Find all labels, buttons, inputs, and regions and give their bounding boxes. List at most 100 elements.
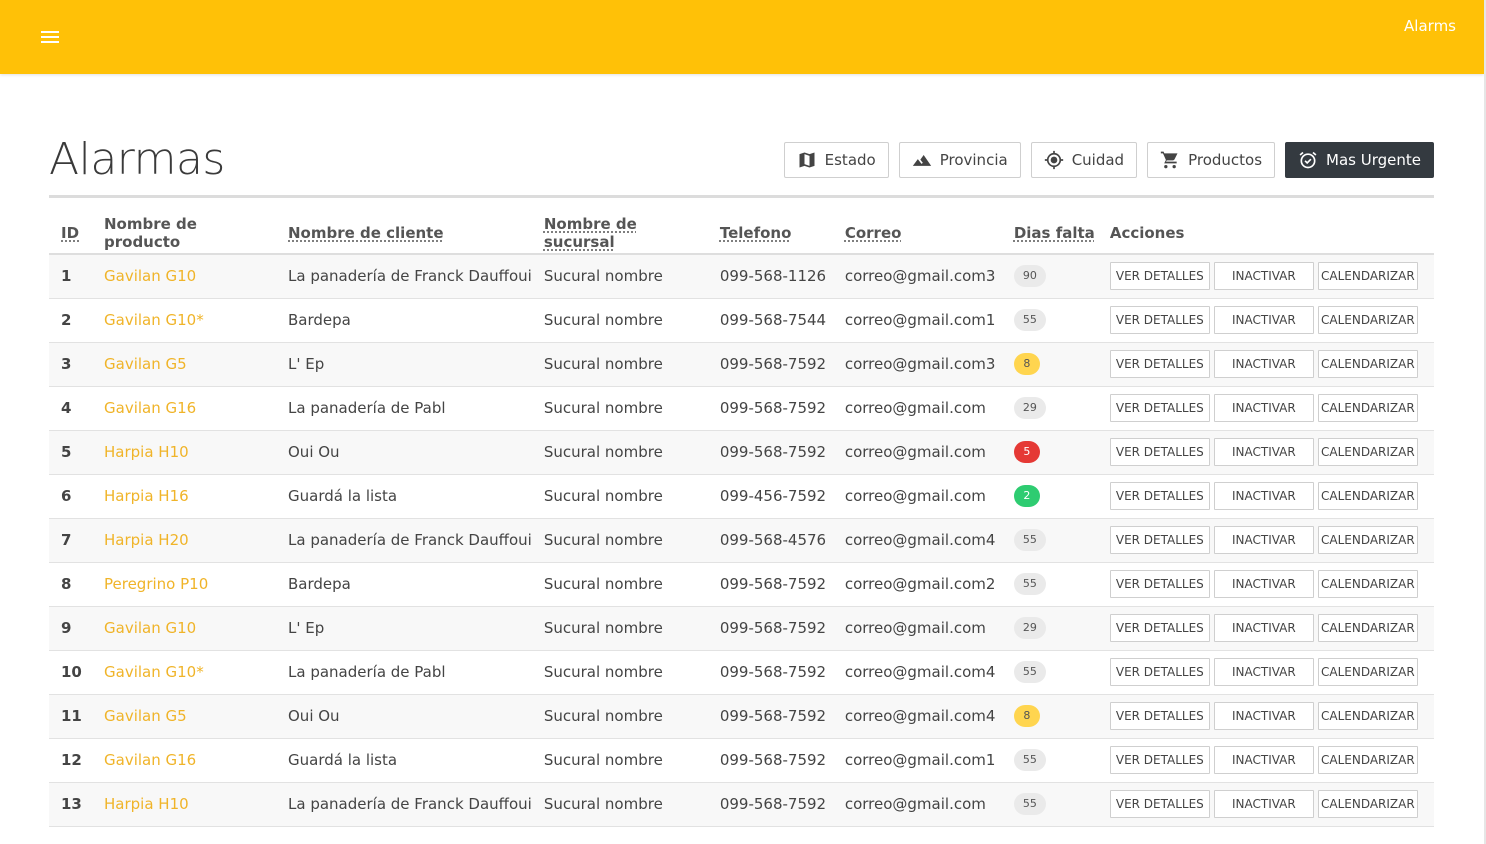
product-link[interactable]: Harpia H16 bbox=[104, 487, 189, 505]
table-row: 11 Gavilan G5 Oui Ou Sucural nombre 099-568-… bbox=[49, 694, 1434, 739]
days-left-cell: 55 bbox=[1001, 562, 1098, 607]
table-row: 2 Gavilan G10* Bardepa Sucural nombre 099-56… bbox=[49, 298, 1434, 343]
ver-detalles-button[interactable]: VER DETALLES bbox=[1109, 262, 1210, 291]
header-client[interactable]: Nombre de cliente bbox=[276, 212, 532, 255]
days-left-badge: 55 bbox=[1013, 749, 1046, 771]
calendarizar-button[interactable]: CALENDARIZAR bbox=[1317, 746, 1418, 774]
ver-detalles-button[interactable]: VER DETALLES bbox=[1109, 526, 1210, 554]
ver-detalles-button[interactable]: VER DETALLES bbox=[1109, 350, 1210, 378]
product-link[interactable]: Gavilan G5 bbox=[104, 707, 187, 725]
product-cell: Harpia H10 bbox=[92, 430, 276, 475]
inactivar-button[interactable]: INACTIVAR bbox=[1213, 702, 1314, 730]
inactivar-button[interactable]: INACTIVAR bbox=[1213, 790, 1314, 818]
days-left-badge: 55 bbox=[1013, 573, 1046, 595]
calendarizar-button[interactable]: CALENDARIZAR bbox=[1317, 262, 1418, 291]
days-left-cell: 29 bbox=[1001, 606, 1098, 651]
product-link[interactable]: Gavilan G16 bbox=[104, 751, 196, 769]
email-cell: correo@gmail.com1 bbox=[832, 298, 1002, 343]
phone-cell: 099-456-7592 bbox=[707, 474, 833, 519]
email-cell: correo@gmail.com3 bbox=[832, 342, 1002, 387]
days-left-badge: 8 bbox=[1013, 705, 1040, 727]
product-cell: Gavilan G5 bbox=[92, 694, 276, 739]
ver-detalles-button[interactable]: VER DETALLES bbox=[1109, 658, 1210, 686]
row-id: 5 bbox=[49, 430, 92, 475]
inactivar-button[interactable]: INACTIVAR bbox=[1213, 746, 1314, 774]
client-cell: La panadería de Pabl bbox=[276, 650, 532, 695]
calendarizar-button[interactable]: CALENDARIZAR bbox=[1317, 482, 1418, 510]
ver-detalles-button[interactable]: VER DETALLES bbox=[1109, 702, 1210, 730]
calendarizar-button[interactable]: CALENDARIZAR bbox=[1317, 790, 1418, 818]
product-cell: Gavilan G10 bbox=[92, 606, 276, 651]
filter-productos-button[interactable]: Productos bbox=[1147, 142, 1276, 178]
product-link[interactable]: Gavilan G10 bbox=[104, 619, 196, 637]
ver-detalles-button[interactable]: VER DETALLES bbox=[1109, 614, 1210, 642]
product-link[interactable]: Gavilan G10 bbox=[104, 267, 196, 285]
product-link[interactable]: Harpia H10 bbox=[104, 443, 189, 461]
days-left-badge: 5 bbox=[1013, 441, 1040, 463]
email-cell: correo@gmail.com bbox=[832, 386, 1002, 431]
calendarizar-button[interactable]: CALENDARIZAR bbox=[1317, 658, 1418, 686]
header-id[interactable]: ID bbox=[49, 212, 92, 255]
inactivar-button[interactable]: INACTIVAR bbox=[1213, 438, 1314, 466]
days-left-cell: 55 bbox=[1001, 782, 1098, 827]
calendarizar-button[interactable]: CALENDARIZAR bbox=[1317, 350, 1418, 378]
filter-cuidad-button[interactable]: Cuidad bbox=[1030, 142, 1138, 178]
filter-estado-button[interactable]: Estado bbox=[783, 142, 889, 178]
inactivar-button[interactable]: INACTIVAR bbox=[1213, 570, 1314, 598]
inactivar-button[interactable]: INACTIVAR bbox=[1213, 658, 1314, 686]
calendarizar-button[interactable]: CALENDARIZAR bbox=[1317, 394, 1418, 422]
ver-detalles-button[interactable]: VER DETALLES bbox=[1109, 790, 1210, 818]
calendarizar-button[interactable]: CALENDARIZAR bbox=[1317, 306, 1418, 334]
product-link[interactable]: Gavilan G5 bbox=[104, 355, 187, 373]
filter-mas-urgente-button[interactable]: Mas Urgente bbox=[1285, 142, 1434, 178]
header-days-left[interactable]: Dias falta bbox=[1001, 212, 1098, 255]
product-link[interactable]: Gavilan G16 bbox=[104, 399, 196, 417]
ver-detalles-button[interactable]: VER DETALLES bbox=[1109, 438, 1210, 466]
header-email[interactable]: Correo bbox=[832, 212, 1002, 255]
calendarizar-button[interactable]: CALENDARIZAR bbox=[1317, 438, 1418, 466]
inactivar-button[interactable]: INACTIVAR bbox=[1213, 614, 1314, 642]
filter-provincia-button[interactable]: Provincia bbox=[898, 142, 1021, 178]
actions-cell: VER DETALLES INACTIVAR CALENDARIZAR bbox=[1097, 430, 1434, 475]
filter-cuidad-label: Cuidad bbox=[1071, 151, 1125, 169]
header-branch[interactable]: Nombre de sucursal bbox=[531, 212, 708, 255]
days-left-badge: 55 bbox=[1013, 309, 1046, 331]
alarm-icon bbox=[1299, 151, 1317, 169]
ver-detalles-button[interactable]: VER DETALLES bbox=[1109, 482, 1210, 510]
calendarizar-button[interactable]: CALENDARIZAR bbox=[1317, 702, 1418, 730]
product-link[interactable]: Harpia H20 bbox=[104, 531, 189, 549]
ver-detalles-button[interactable]: VER DETALLES bbox=[1109, 306, 1210, 334]
header-phone[interactable]: Telefono bbox=[707, 212, 833, 255]
days-left-cell: 8 bbox=[1001, 694, 1098, 739]
inactivar-button[interactable]: INACTIVAR bbox=[1213, 482, 1314, 510]
row-id: 8 bbox=[49, 562, 92, 607]
ver-detalles-button[interactable]: VER DETALLES bbox=[1109, 394, 1210, 422]
calendarizar-button[interactable]: CALENDARIZAR bbox=[1317, 526, 1418, 554]
actions-cell: VER DETALLES INACTIVAR CALENDARIZAR bbox=[1097, 518, 1434, 563]
calendarizar-button[interactable]: CALENDARIZAR bbox=[1317, 614, 1418, 642]
hamburger-menu-icon[interactable] bbox=[38, 26, 64, 48]
branch-cell: Sucural nombre bbox=[531, 430, 708, 475]
product-link[interactable]: Harpia H10 bbox=[104, 795, 189, 813]
calendarizar-button[interactable]: CALENDARIZAR bbox=[1317, 570, 1418, 598]
inactivar-button[interactable]: INACTIVAR bbox=[1213, 394, 1314, 422]
product-link[interactable]: Peregrino P10 bbox=[104, 575, 208, 593]
product-link[interactable]: Gavilan G10* bbox=[104, 311, 204, 329]
inactivar-button[interactable]: INACTIVAR bbox=[1213, 350, 1314, 378]
days-left-cell: 55 bbox=[1001, 650, 1098, 695]
inactivar-button[interactable]: INACTIVAR bbox=[1213, 262, 1314, 291]
table-row: 5 Harpia H10 Oui Ou Sucural nombre 099-568-7… bbox=[49, 430, 1434, 475]
actions-cell: VER DETALLES INACTIVAR CALENDARIZAR bbox=[1097, 474, 1434, 519]
actions-cell: VER DETALLES INACTIVAR CALENDARIZAR bbox=[1097, 782, 1434, 827]
days-left-badge: 55 bbox=[1013, 793, 1046, 815]
branch-cell: Sucural nombre bbox=[531, 386, 708, 431]
branch-cell: Sucural nombre bbox=[531, 738, 708, 783]
email-cell: correo@gmail.com bbox=[832, 606, 1002, 651]
actions-cell: VER DETALLES INACTIVAR CALENDARIZAR bbox=[1097, 650, 1434, 695]
ver-detalles-button[interactable]: VER DETALLES bbox=[1109, 746, 1210, 774]
ver-detalles-button[interactable]: VER DETALLES bbox=[1109, 570, 1210, 598]
inactivar-button[interactable]: INACTIVAR bbox=[1213, 526, 1314, 554]
branch-cell: Sucural nombre bbox=[531, 650, 708, 695]
product-link[interactable]: Gavilan G10* bbox=[104, 663, 204, 681]
inactivar-button[interactable]: INACTIVAR bbox=[1213, 306, 1314, 334]
